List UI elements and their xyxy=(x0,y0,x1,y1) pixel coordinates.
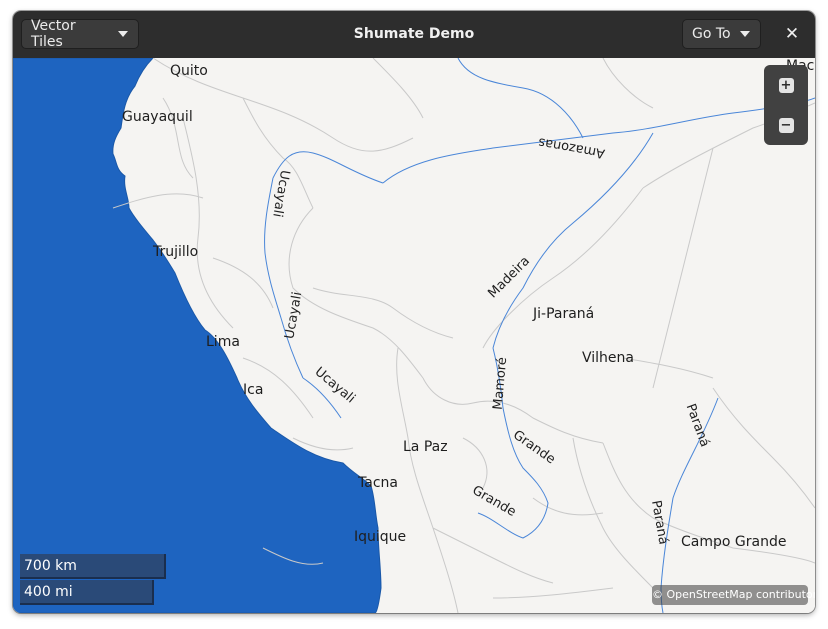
map-canvas xyxy=(13,58,815,613)
scale-bar-metric: 700 km xyxy=(20,554,166,579)
city-label-quito: Quito xyxy=(170,63,208,79)
goto-dropdown[interactable]: Go To xyxy=(682,19,761,49)
header-bar: Vector Tiles Shumate Demo Go To ✕ xyxy=(13,11,815,59)
city-label-iquique: Iquique xyxy=(354,529,407,545)
city-label-vilhena: Vilhena xyxy=(582,350,634,366)
city-label-ji-parana: Ji-Paraná xyxy=(533,306,595,322)
chevron-down-icon xyxy=(118,31,128,37)
pacific-ocean xyxy=(13,58,382,613)
city-label-trujillo: Trujillo xyxy=(153,244,199,260)
city-label-la-paz: La Paz xyxy=(403,439,448,455)
map-style-dropdown[interactable]: Vector Tiles xyxy=(21,18,139,50)
scale-bar-imperial: 400 mi xyxy=(20,580,154,605)
map-view[interactable]: Quito Guayaquil Trujillo Lima Ica La Paz… xyxy=(13,58,815,613)
city-label-guayaquil: Guayaquil xyxy=(122,109,193,125)
goto-label: Go To xyxy=(692,26,731,42)
city-label-ica: Ica xyxy=(243,382,264,398)
minus-icon: − xyxy=(778,117,794,133)
plus-icon: + xyxy=(778,77,794,93)
city-label-campo-grande: Campo Grande xyxy=(681,534,787,550)
app-window: Vector Tiles Shumate Demo Go To ✕ Quito … xyxy=(13,11,815,613)
zoom-out-button[interactable]: − xyxy=(776,115,796,135)
map-style-label: Vector Tiles xyxy=(31,18,76,50)
city-label-lima: Lima xyxy=(206,334,240,350)
attribution-link[interactable]: © OpenStreetMap contributors xyxy=(652,585,815,605)
chevron-down-icon xyxy=(739,31,750,37)
zoom-in-button[interactable]: + xyxy=(776,75,796,95)
close-button[interactable]: ✕ xyxy=(777,19,807,49)
city-label-tacna: Tacna xyxy=(358,475,398,491)
close-icon: ✕ xyxy=(784,24,800,44)
zoom-control: + − xyxy=(764,65,808,145)
